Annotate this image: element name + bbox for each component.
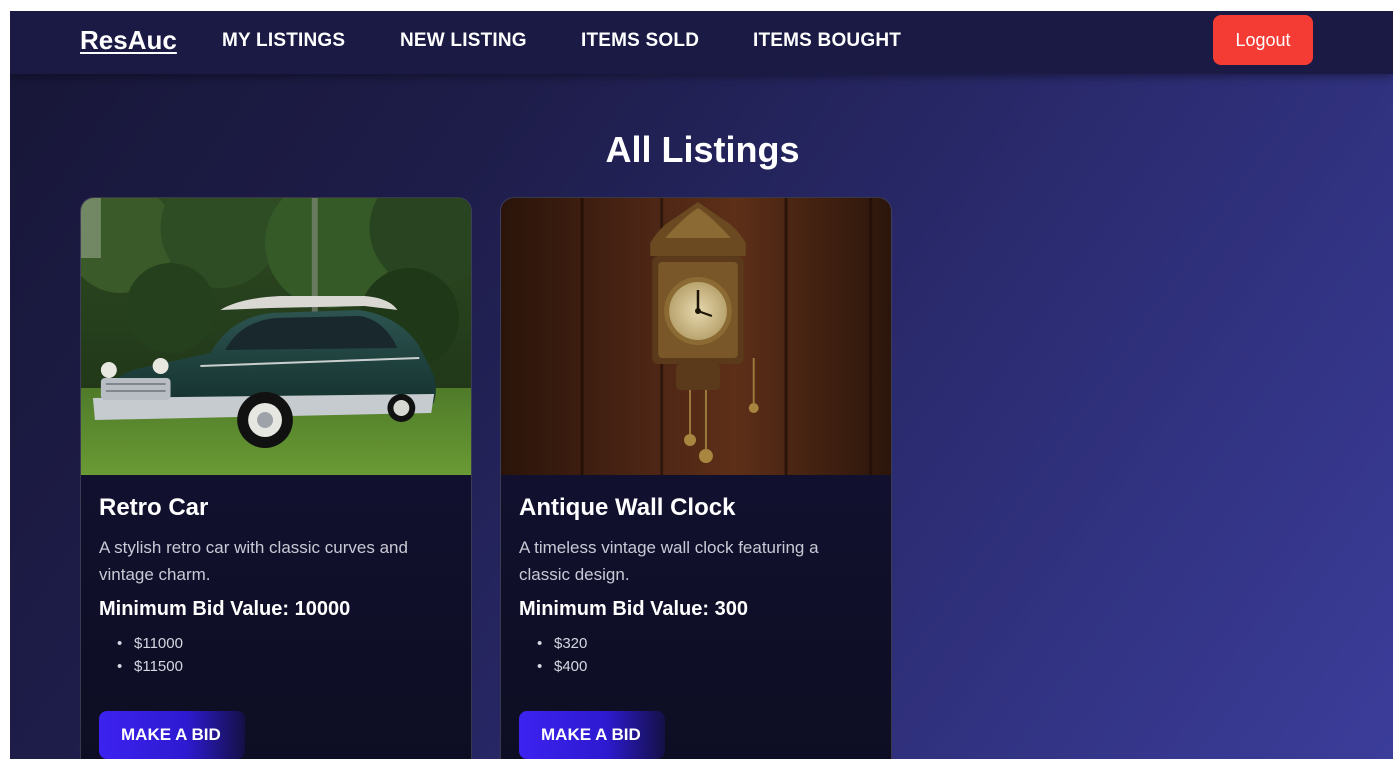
nav-items-sold[interactable]: ITEMS SOLD <box>581 30 699 52</box>
nav-new-listing[interactable]: NEW LISTING <box>400 30 527 52</box>
listing-image-wall-clock <box>501 198 891 475</box>
listing-title: Antique Wall Clock <box>519 494 736 521</box>
nav-items-bought[interactable]: ITEMS BOUGHT <box>753 30 901 52</box>
listing-min-bid: Minimum Bid Value: 300 <box>519 598 748 620</box>
bid-item: $11000 <box>117 632 183 655</box>
bid-item: $11500 <box>117 655 183 678</box>
listing-title: Retro Car <box>99 494 209 521</box>
bid-item: $400 <box>537 655 587 678</box>
top-navbar: ResAuc MY LISTINGS NEW LISTING ITEMS SOL… <box>10 11 1393 74</box>
logout-button[interactable]: Logout <box>1213 15 1313 65</box>
make-bid-button[interactable]: MAKE A BID <box>99 711 245 759</box>
brand-logo-link[interactable]: ResAuc <box>80 25 177 56</box>
listing-description: A stylish retro car with classic curves … <box>99 538 408 584</box>
nav-my-listings[interactable]: MY LISTINGS <box>222 30 345 52</box>
app-frame: ResAuc MY LISTINGS NEW LISTING ITEMS SOL… <box>10 11 1393 759</box>
page-title: All Listings <box>605 129 800 170</box>
bid-item: $320 <box>537 632 587 655</box>
bid-list: $320 $400 <box>537 632 587 678</box>
bid-list: $11000 $11500 <box>117 632 183 678</box>
make-bid-button[interactable]: MAKE A BID <box>519 711 665 759</box>
listing-image-retro-car <box>81 198 471 475</box>
listing-min-bid: Minimum Bid Value: 10000 <box>99 598 351 620</box>
listing-card: Antique Wall Clock A timeless vintage wa… <box>500 197 892 759</box>
listing-description: A timeless vintage wall clock featuring … <box>519 538 819 584</box>
listing-card: Retro Car A stylish retro car with class… <box>80 197 472 759</box>
